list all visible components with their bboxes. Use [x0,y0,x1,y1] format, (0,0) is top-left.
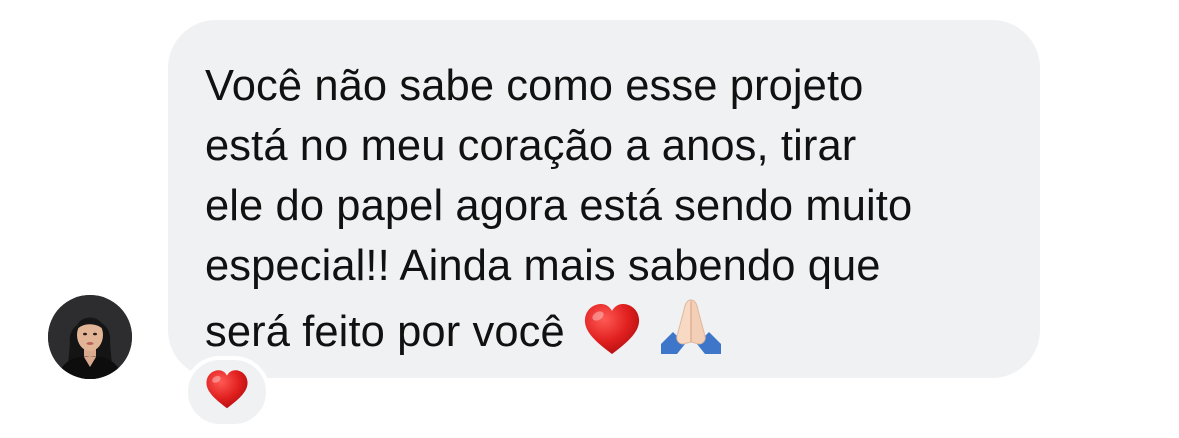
heart-emoji-icon [583,304,641,372]
message-line: está no meu coração a anos, tirar [205,122,857,170]
message-line: Você não sabe como esse projeto [205,62,864,110]
received-message-bubble[interactable]: Você não sabe como esse projeto está no … [168,20,1040,378]
sender-avatar[interactable] [48,295,132,379]
message-thread: Você não sabe como esse projeto está no … [0,0,1179,438]
heart-reaction-icon [205,369,249,415]
message-line: ele do papel agora está sendo muito [205,182,913,230]
message-line-last: será feito por você [205,296,1010,372]
heart-reaction[interactable] [184,356,270,428]
message-line: especial!! Ainda mais sabendo que [205,242,881,290]
praying-hands-emoji-icon [659,296,723,372]
message-line-text: será feito por você [205,308,565,356]
